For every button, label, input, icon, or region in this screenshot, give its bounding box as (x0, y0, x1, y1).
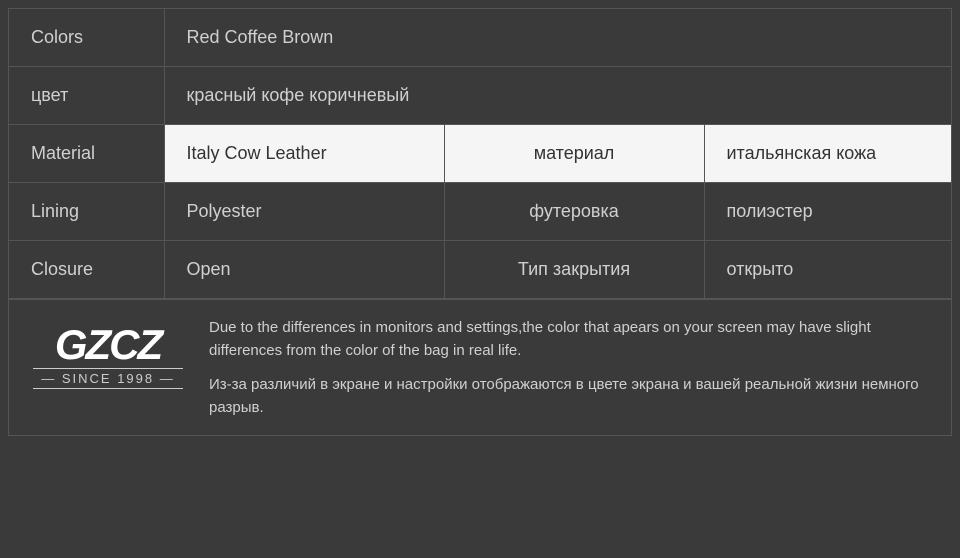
lining-label: Lining (9, 183, 164, 241)
closure-label: Closure (9, 241, 164, 299)
logo-text: GZCZ (55, 324, 161, 366)
disclaimer-en: Due to the differences in monitors and s… (209, 316, 937, 363)
material-value-ru: итальянская кожа (704, 125, 951, 183)
closure-value-ru: открыто (704, 241, 951, 299)
logo-since: — SINCE 1998 — (33, 368, 183, 389)
color-ru-value: красный кофе коричневый (164, 67, 951, 125)
closure-row: Closure Open Тип закрытия открыто (9, 241, 951, 299)
lining-value-ru: полиэстер (704, 183, 951, 241)
closure-value-ru-label: Тип закрытия (444, 241, 704, 299)
footer-section: GZCZ — SINCE 1998 — Due to the differenc… (9, 299, 951, 435)
material-label: Material (9, 125, 164, 183)
colors-row: Colors Red Coffee Brown (9, 9, 951, 67)
lining-value-ru-label: футеровка (444, 183, 704, 241)
color-ru-label: цвет (9, 67, 164, 125)
material-value-en: Italy Cow Leather (164, 125, 444, 183)
colors-value: Red Coffee Brown (164, 9, 951, 67)
disclaimer-ru: Из-за различий в экране и настройки отоб… (209, 373, 937, 420)
lining-value-en: Polyester (164, 183, 444, 241)
color-ru-row: цвет красный кофе коричневый (9, 67, 951, 125)
colors-label: Colors (9, 9, 164, 67)
material-value-ru-label: материал (444, 125, 704, 183)
brand-logo: GZCZ — SINCE 1998 — (23, 316, 193, 397)
lining-row: Lining Polyester футеровка полиэстер (9, 183, 951, 241)
material-row: Material Italy Cow Leather материал итал… (9, 125, 951, 183)
disclaimer-text: Due to the differences in monitors and s… (209, 316, 937, 419)
closure-value-en: Open (164, 241, 444, 299)
